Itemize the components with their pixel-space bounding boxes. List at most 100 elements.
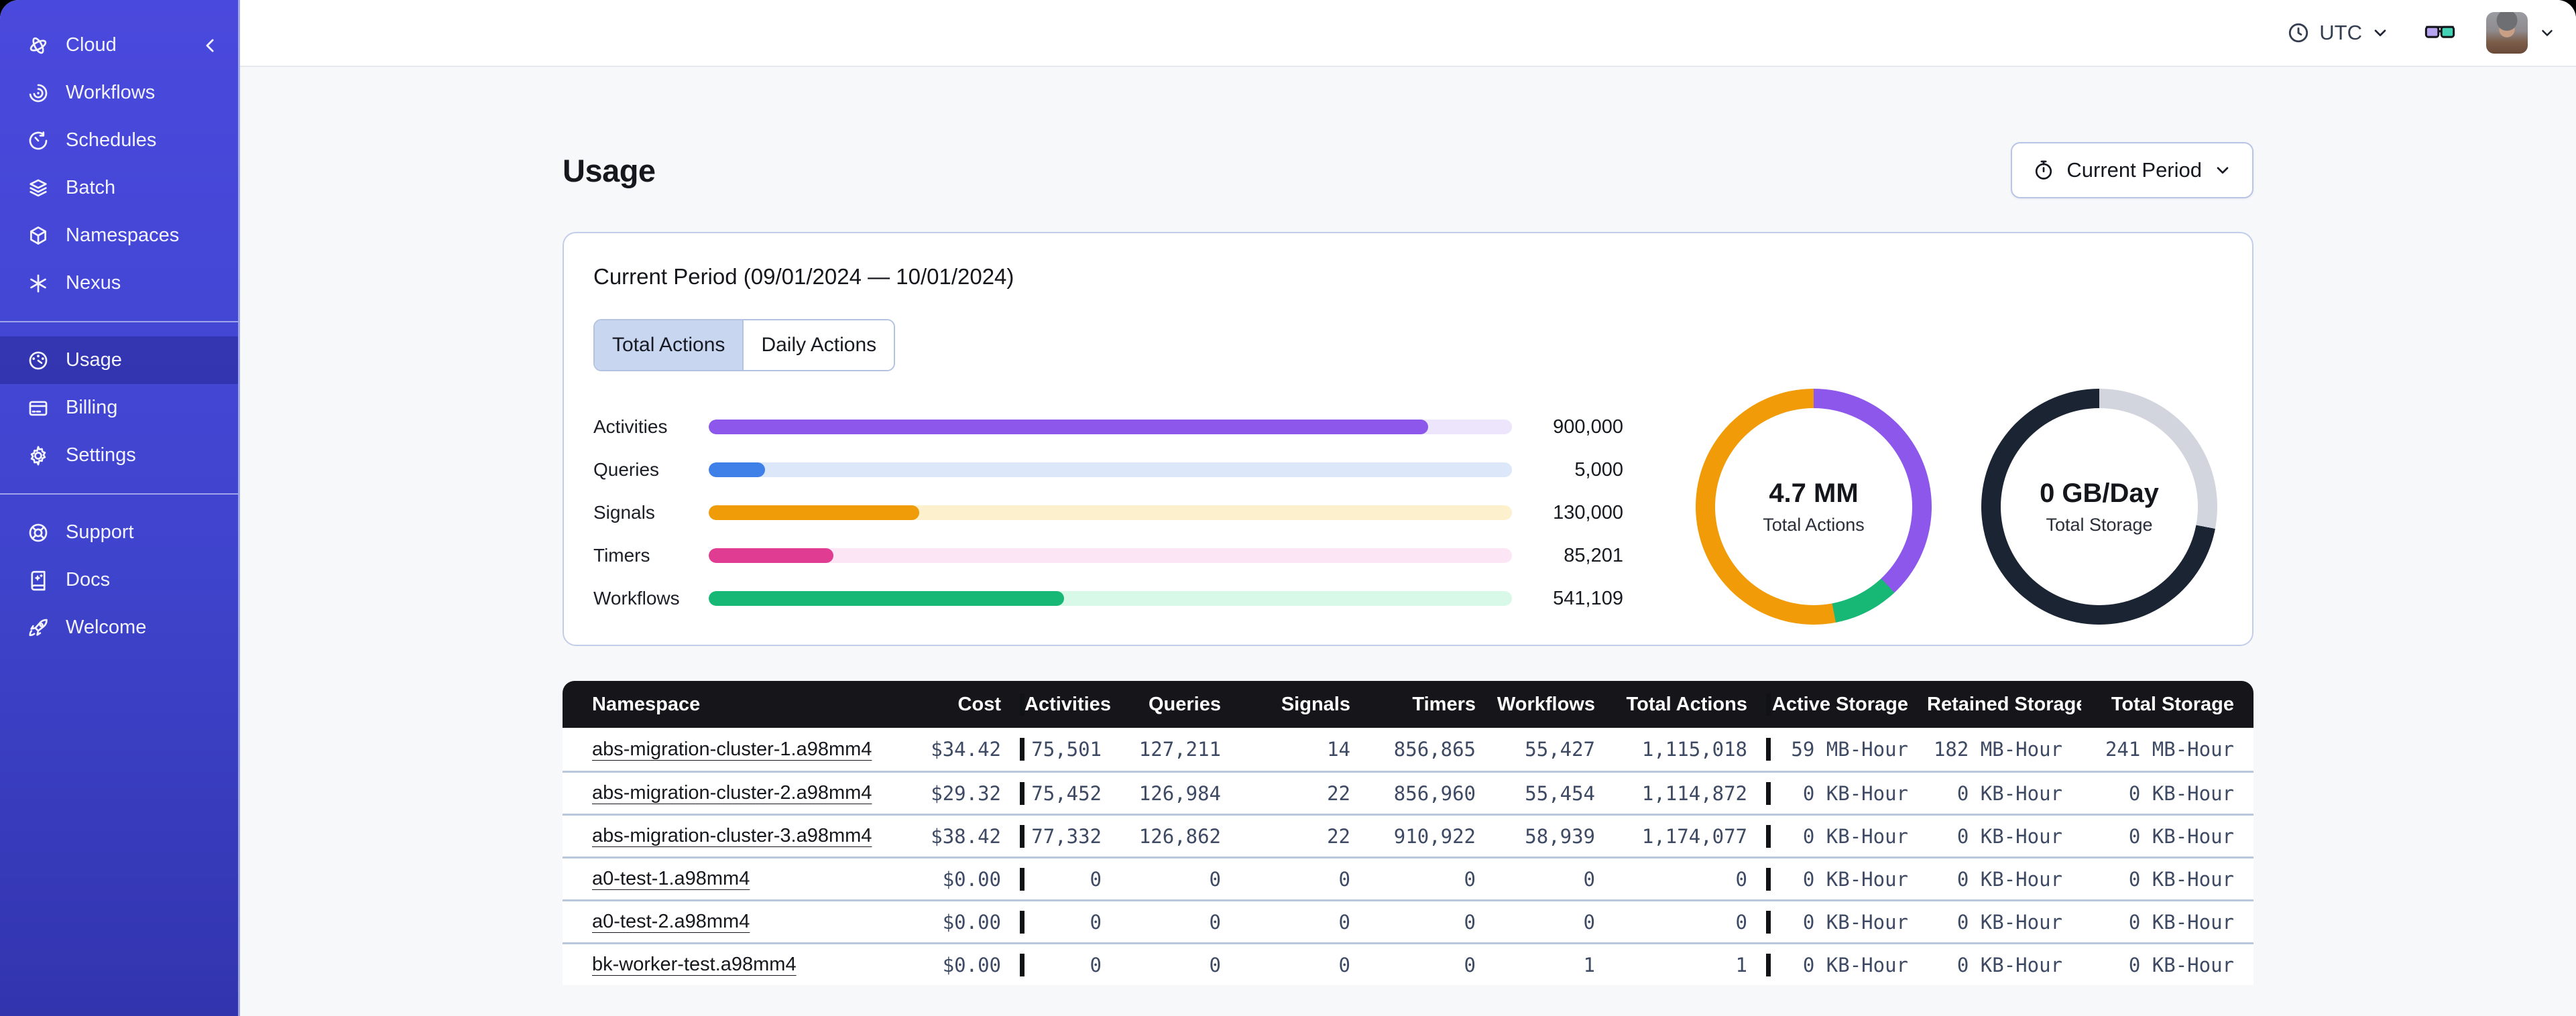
3d-glasses-icon[interactable] [2422, 18, 2458, 48]
table-row: abs-migration-cluster-2.a98mm4 $29.32 75,4… [563, 771, 2253, 814]
sidebar-item-label: Support [66, 521, 134, 543]
bar-label: Queries [593, 459, 660, 480]
cell-cost: $38.42 [931, 824, 1001, 848]
cell-workflows: 0 [1583, 910, 1595, 934]
cell-activities: 75,452 [1020, 781, 1120, 805]
cell-activities: 0 [1020, 910, 1120, 934]
cell-signals: 22 [1327, 781, 1350, 805]
cell-active_storage: 0 KB-Hour [1766, 867, 1927, 891]
bar-row-timers: Timers 85,201 [593, 534, 1623, 577]
sidebar-item-support[interactable]: Support [0, 509, 238, 556]
sidebar-item-docs[interactable]: Docs [0, 556, 238, 604]
cell-cost: $0.00 [942, 867, 1001, 891]
actions-bar-chart: Activities 900,000 Queries 5,000 Signals 130,… [593, 389, 1623, 620]
namespace-link[interactable]: abs-migration-cluster-1.a98mm4 [592, 739, 872, 760]
sidebar-item-label: Namespaces [66, 225, 180, 246]
cell-workflows: 55,427 [1525, 738, 1595, 761]
sidebar-item-settings[interactable]: Settings [0, 432, 238, 479]
sidebar-item-billing[interactable]: Billing [0, 384, 238, 432]
sidebar-nav: Cloud Workflows Schedules Batch Namespaces Ne… [0, 21, 238, 651]
table-header: Namespace Cost Activities Queries Signals Tim… [563, 681, 2253, 728]
namespace-link[interactable]: abs-migration-cluster-3.a98mm4 [592, 825, 872, 846]
donut-value: 0 GB/Day [2040, 478, 2159, 508]
cell-namespace: a0-test-1.a98mm4 [563, 868, 925, 890]
bar-value: 900,000 [1553, 416, 1623, 438]
chevron-left-icon[interactable] [200, 36, 221, 56]
cell-timers: 0 [1464, 867, 1476, 891]
actions-tabs: Total Actions Daily Actions [593, 319, 896, 371]
namespace-link[interactable]: abs-migration-cluster-2.a98mm4 [592, 782, 872, 804]
sidebar-item-welcome[interactable]: Welcome [0, 604, 238, 651]
card-heading: Current Period (09/01/2024 — 10/01/2024) [593, 264, 1014, 289]
sidebar-item-usage[interactable]: Usage [0, 336, 238, 384]
column-header-activities: Activities [1020, 693, 1120, 716]
sidebar-item-label: Schedules [66, 129, 157, 151]
chevron-down-icon[interactable] [2538, 24, 2556, 42]
sidebar-item-batch[interactable]: Batch [0, 164, 238, 212]
cell-total_actions: 0 [1735, 867, 1747, 891]
billing-icon [27, 397, 50, 420]
cell-workflows: 0 [1583, 867, 1595, 891]
cell-activities: 0 [1020, 867, 1120, 891]
sidebar-item-label: Batch [66, 177, 116, 198]
sidebar-item-nexus[interactable]: Nexus [0, 259, 238, 307]
welcome-icon [27, 617, 50, 639]
cell-queries: 0 [1209, 910, 1221, 934]
timezone-label: UTC [2319, 21, 2362, 44]
cell-cost: $0.00 [942, 953, 1001, 976]
clock-icon [2286, 21, 2310, 45]
bar-label: Timers [593, 545, 650, 566]
tab-total-actions[interactable]: Total Actions [595, 320, 743, 370]
cell-total_storage: 241 MB-Hour [2105, 738, 2234, 761]
cell-total_storage: 0 KB-Hour [2128, 867, 2234, 891]
cell-activities: 75,501 [1020, 738, 1120, 761]
namespace-link[interactable]: bk-worker-test.a98mm4 [592, 954, 797, 975]
cell-queries: 0 [1209, 867, 1221, 891]
donut-value: 4.7 MM [1769, 478, 1859, 508]
cell-namespace: abs-migration-cluster-1.a98mm4 [563, 739, 925, 761]
workflows-icon [27, 82, 50, 105]
table-body: abs-migration-cluster-1.a98mm4 $34.42 75,5… [563, 728, 2253, 985]
namespace-link[interactable]: a0-test-2.a98mm4 [592, 911, 750, 932]
donut-caption: Total Actions [1763, 514, 1865, 535]
usage-table: Namespace Cost Activities Queries Signals Tim… [563, 681, 2253, 985]
cell-active_storage: 0 KB-Hour [1766, 824, 1927, 848]
bar-value: 85,201 [1564, 544, 1623, 566]
sidebar-item-label: Welcome [66, 617, 147, 638]
cell-namespace: abs-migration-cluster-2.a98mm4 [563, 782, 925, 804]
bar-fill [709, 505, 919, 520]
sidebar: Cloud Workflows Schedules Batch Namespaces Ne… [0, 0, 240, 1016]
avatar[interactable] [2486, 12, 2528, 54]
cell-timers: 0 [1464, 953, 1476, 976]
cell-total_actions: 1 [1735, 953, 1747, 976]
summary-donuts: 4.7 MM Total Actions 0 GB/Day Total Storage [1696, 389, 2223, 625]
cell-timers: 856,960 [1393, 781, 1476, 805]
tab-daily-actions[interactable]: Daily Actions [742, 320, 894, 370]
bar-label: Activities [593, 416, 668, 437]
sidebar-item-cloud[interactable]: Cloud [0, 21, 238, 69]
sidebar-item-label: Settings [66, 444, 136, 466]
chevron-down-icon [2371, 23, 2390, 42]
orbit-icon [27, 34, 50, 57]
timezone-selector[interactable]: UTC [2286, 21, 2390, 45]
donut-hole: 0 GB/Day Total Storage [2001, 408, 2198, 605]
bar-track [709, 505, 1512, 520]
bar-track [709, 420, 1512, 434]
usage-summary-card: Current Period (09/01/2024 — 10/01/2024)… [563, 232, 2253, 646]
cell-timers: 0 [1464, 910, 1476, 934]
cell-signals: 14 [1327, 738, 1350, 761]
period-selector-button[interactable]: Current Period [2011, 142, 2253, 198]
donut-hole: 4.7 MM Total Actions [1715, 408, 1912, 605]
bar-track [709, 591, 1512, 606]
cell-cost: $34.42 [931, 738, 1001, 761]
sidebar-item-schedules[interactable]: Schedules [0, 117, 238, 164]
namespace-link[interactable]: a0-test-1.a98mm4 [592, 868, 750, 889]
bar-value: 541,109 [1553, 587, 1623, 609]
cell-activities: 77,332 [1020, 824, 1120, 848]
cell-queries: 0 [1209, 953, 1221, 976]
cell-workflows: 58,939 [1525, 824, 1595, 848]
sidebar-item-label: Cloud [66, 34, 117, 56]
sidebar-item-namespaces[interactable]: Namespaces [0, 212, 238, 259]
bar-fill [709, 462, 765, 477]
sidebar-item-workflows[interactable]: Workflows [0, 69, 238, 117]
